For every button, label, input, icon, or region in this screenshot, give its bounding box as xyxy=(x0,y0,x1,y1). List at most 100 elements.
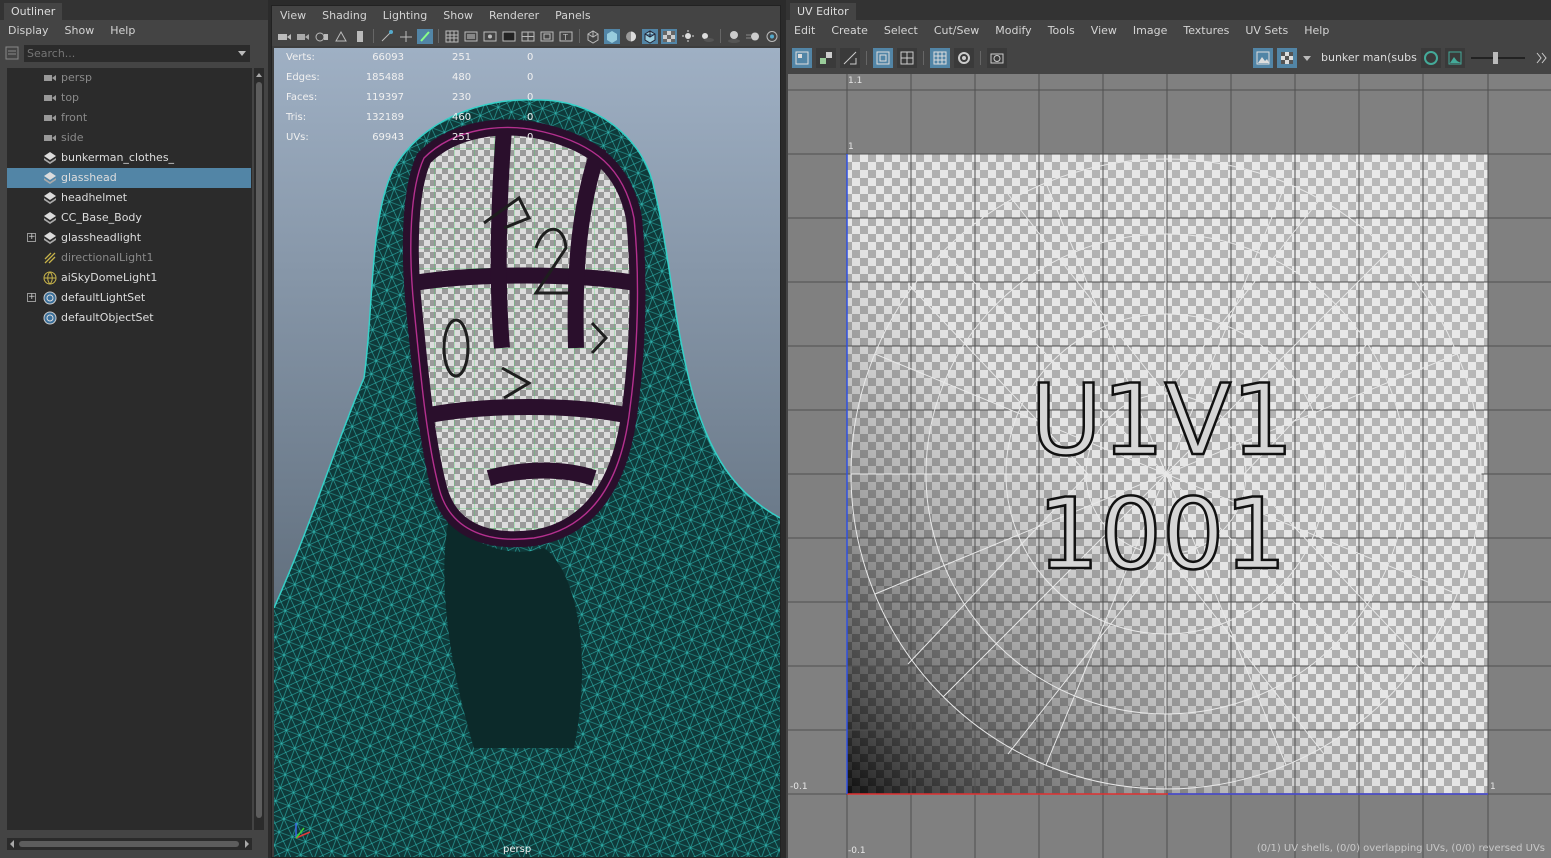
outliner-item-cc-base-body[interactable]: CC_Base_Body xyxy=(7,208,251,228)
transform-icon[interactable] xyxy=(398,29,414,44)
bookmark-flag-icon[interactable] xyxy=(352,29,368,44)
image-plane-icon[interactable] xyxy=(333,29,349,44)
move-pivot-icon[interactable] xyxy=(379,29,395,44)
outliner-menu-show[interactable]: Show xyxy=(57,20,103,42)
outliner-item-persp[interactable]: persp xyxy=(7,68,251,88)
outliner-vertical-scrollbar[interactable] xyxy=(254,68,264,830)
camera-snapshot-icon[interactable] xyxy=(987,48,1007,68)
show-grid-icon[interactable] xyxy=(930,48,950,68)
viewport-menu-show[interactable]: Show xyxy=(435,6,481,26)
uv-menu-textures[interactable]: Textures xyxy=(1175,20,1237,42)
expand-icon[interactable]: + xyxy=(27,233,36,242)
outliner-item-glasshead[interactable]: glasshead xyxy=(7,168,251,188)
grid-icon[interactable] xyxy=(444,29,460,44)
outliner-menu-display[interactable]: Display xyxy=(0,20,57,42)
viewport-menu-lighting[interactable]: Lighting xyxy=(375,6,435,26)
outliner-item-front[interactable]: front xyxy=(7,108,251,128)
camera-attributes-icon[interactable] xyxy=(295,29,311,44)
scroll-up-icon[interactable] xyxy=(254,70,264,80)
field-chart-icon[interactable] xyxy=(520,29,536,44)
texture-name-field[interactable]: bunker man(substanc xyxy=(1321,48,1417,68)
viewport-menu-panels[interactable]: Panels xyxy=(547,6,598,26)
hud-label: UVs: xyxy=(286,132,309,143)
uv-snapshot-icon[interactable] xyxy=(840,48,860,68)
outliner-item-label: headhelmet xyxy=(61,191,128,204)
wireframe-icon[interactable] xyxy=(585,29,601,44)
outliner-item-side[interactable]: side xyxy=(7,128,251,148)
uv-menu-select[interactable]: Select xyxy=(876,20,926,42)
motion-blur-icon[interactable] xyxy=(745,29,761,44)
smooth-shade-icon[interactable] xyxy=(604,28,620,44)
default-material-icon[interactable] xyxy=(623,29,639,44)
viewport-menubar: View Shading Lighting Show Renderer Pane… xyxy=(272,6,780,26)
viewport-menu-view[interactable]: View xyxy=(272,6,314,26)
uv-menu-uv-sets[interactable]: UV Sets xyxy=(1237,20,1296,42)
hud-label: Faces: xyxy=(286,92,318,103)
uv-menu-cut-sew[interactable]: Cut/Sew xyxy=(926,20,987,42)
uv-menu-help[interactable]: Help xyxy=(1296,20,1337,42)
outliner-item-glassheadlight[interactable]: + glassheadlight xyxy=(7,228,251,248)
bookmarks-icon[interactable] xyxy=(314,29,330,44)
isolate-uv-icon[interactable] xyxy=(873,48,893,68)
uv-menu-modify[interactable]: Modify xyxy=(987,20,1039,42)
texture-swap-icon[interactable] xyxy=(1421,48,1441,68)
uv-menu-view[interactable]: View xyxy=(1083,20,1125,42)
chevron-down-icon[interactable] xyxy=(238,50,246,56)
image-brightness-slider[interactable] xyxy=(1469,48,1527,68)
expand-icon[interactable]: + xyxy=(27,293,36,302)
use-all-lights-icon[interactable] xyxy=(680,29,696,44)
outliner-item-label: CC_Base_Body xyxy=(61,211,142,224)
scroll-right-icon[interactable] xyxy=(242,838,252,850)
outliner-item-defaultobjectset[interactable]: defaultObjectSet xyxy=(7,308,251,328)
outliner-horizontal-scrollbar[interactable] xyxy=(7,838,252,850)
wireframe-on-shaded-icon[interactable] xyxy=(642,28,658,44)
shadows-icon[interactable] xyxy=(699,29,715,44)
scroll-thumb[interactable] xyxy=(256,82,262,818)
film-gate-icon[interactable] xyxy=(463,29,479,44)
uv-menu-image[interactable]: Image xyxy=(1125,20,1175,42)
uv-menu-tools[interactable]: Tools xyxy=(1040,20,1083,42)
outliner-item-top[interactable]: top xyxy=(7,88,251,108)
screen-space-ao-icon[interactable] xyxy=(726,29,742,44)
safe-title-icon[interactable]: T xyxy=(558,29,574,44)
outliner-menu-help[interactable]: Help xyxy=(102,20,143,42)
gate-mask-icon[interactable] xyxy=(501,29,517,44)
viewport-canvas[interactable]: Verts: 66093 251 0 Edges: 185488 480 0 Faces: 119… xyxy=(274,48,780,857)
isolate-select-icon[interactable] xyxy=(764,29,780,44)
uv-status-text: (0/1) UV shells, (0/0) overlapping UVs, … xyxy=(1256,843,1545,854)
outliner-item-directionallight1[interactable]: directionalLight1 xyxy=(7,248,251,268)
select-camera-icon[interactable] xyxy=(276,29,292,44)
filter-icon[interactable] xyxy=(4,45,20,61)
viewport-menu-renderer[interactable]: Renderer xyxy=(481,6,547,26)
toolbar-overflow-icon[interactable] xyxy=(1531,48,1551,68)
uv-menu-create[interactable]: Create xyxy=(823,20,876,42)
uv-shell-icon[interactable] xyxy=(792,48,812,68)
outliner-item-headhelmet[interactable]: headhelmet xyxy=(7,188,251,208)
outliner-item-defaultlightset[interactable]: + defaultLightSet xyxy=(7,288,251,308)
viewport-menu-shading[interactable]: Shading xyxy=(314,6,375,26)
outliner-tab[interactable]: Outliner xyxy=(4,3,63,20)
safe-action-icon[interactable] xyxy=(539,29,555,44)
xray-icon[interactable] xyxy=(661,28,677,44)
mesh-icon xyxy=(43,231,57,245)
outliner-search-input[interactable] xyxy=(24,44,250,62)
resolution-gate-icon[interactable] xyxy=(482,29,498,44)
outliner-item-bunkerman-clothes[interactable]: bunkerman_clothes_ xyxy=(7,148,251,168)
scroll-thumb[interactable] xyxy=(19,841,239,847)
texture-image-icon[interactable] xyxy=(1445,48,1465,68)
chevron-down-icon[interactable] xyxy=(1303,55,1311,61)
uv-canvas[interactable]: U1V1 1001 1.1 1 -0.1 1 -0.1 (0/1) UV she… xyxy=(788,74,1551,858)
uv-editor-tab[interactable]: UV Editor xyxy=(790,3,856,20)
display-image-icon[interactable] xyxy=(1253,48,1273,68)
checker-tiling-icon[interactable] xyxy=(1277,48,1297,68)
snap-icon[interactable] xyxy=(954,48,974,68)
paint-icon[interactable] xyxy=(417,28,433,44)
mesh-icon xyxy=(43,191,57,205)
outliner-menubar: Display Show Help xyxy=(0,20,268,42)
outliner-item-aiskydomelight1[interactable]: aiSkyDomeLight1 xyxy=(7,268,251,288)
set-icon xyxy=(43,311,57,325)
uv-grid-toggle-icon[interactable] xyxy=(897,48,917,68)
uv-layout-icon[interactable] xyxy=(816,48,836,68)
scroll-left-icon[interactable] xyxy=(7,838,17,850)
uv-menu-edit[interactable]: Edit xyxy=(786,20,823,42)
